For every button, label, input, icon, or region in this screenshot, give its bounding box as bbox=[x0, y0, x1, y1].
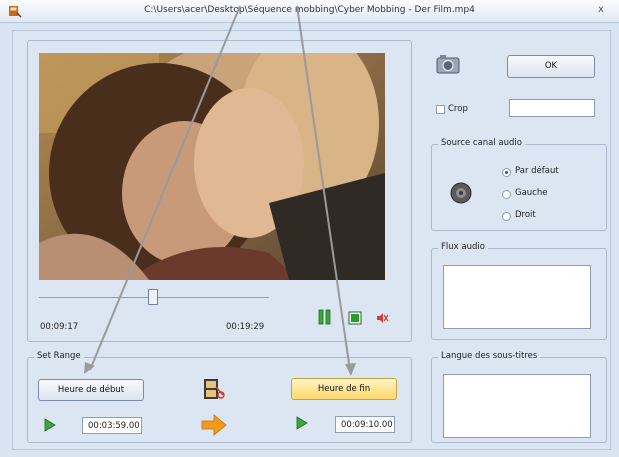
crop-checkbox[interactable] bbox=[436, 105, 445, 114]
app-window: C:\Users\acer\Desktop\Séquence mobbing\C… bbox=[0, 0, 619, 457]
set-range-panel: Set Range Heure de début Heure de fin 00… bbox=[27, 351, 412, 443]
start-time-button[interactable]: Heure de début bbox=[38, 379, 144, 401]
pause-icon[interactable] bbox=[318, 309, 332, 325]
end-time-button[interactable]: Heure de fin bbox=[291, 378, 397, 400]
radio-label-droit: Droit bbox=[515, 210, 536, 220]
video-frame bbox=[39, 53, 385, 280]
mute-icon[interactable] bbox=[375, 311, 389, 325]
seek-thumb[interactable] bbox=[147, 289, 158, 305]
play-end-icon[interactable] bbox=[296, 416, 308, 430]
audio-stream-panel: Flux audio bbox=[431, 242, 607, 340]
close-icon[interactable]: x bbox=[598, 4, 604, 15]
subtitles-legend: Langue des sous-titres bbox=[438, 351, 541, 361]
stop-icon[interactable] bbox=[348, 311, 362, 325]
audio-source-panel: Source canal audio Par défaut Gauche Dro… bbox=[431, 138, 607, 231]
radio-label-gauche: Gauche bbox=[515, 188, 548, 198]
speaker-icon bbox=[450, 182, 472, 204]
radio-label-par-defaut: Par défaut bbox=[515, 166, 559, 176]
dialog-body: 00:09:17 00:19:29 Set Range Heure de déb… bbox=[12, 30, 611, 450]
crop-label: Crop bbox=[448, 104, 468, 114]
total-time: 00:19:29 bbox=[226, 322, 265, 332]
snapshot-icon[interactable] bbox=[435, 53, 461, 77]
current-time: 00:09:17 bbox=[40, 322, 79, 332]
subtitles-panel: Langue des sous-titres bbox=[431, 351, 607, 443]
ok-button[interactable]: OK bbox=[507, 55, 595, 78]
play-start-icon[interactable] bbox=[44, 418, 56, 432]
radio-par-defaut[interactable] bbox=[502, 168, 511, 177]
radio-gauche[interactable] bbox=[502, 190, 511, 199]
crop-field[interactable] bbox=[509, 99, 595, 117]
set-range-legend: Set Range bbox=[34, 351, 84, 361]
start-time-field[interactable]: 00:03:59.00 bbox=[82, 417, 142, 434]
video-panel: 00:09:17 00:19:29 bbox=[27, 40, 412, 342]
window-title: C:\Users\acer\Desktop\Séquence mobbing\C… bbox=[144, 5, 475, 15]
end-time-field[interactable]: 00:09:10.00 bbox=[335, 416, 395, 433]
film-cut-icon bbox=[204, 379, 225, 399]
subtitles-list[interactable] bbox=[443, 374, 591, 438]
audio-stream-legend: Flux audio bbox=[438, 242, 488, 252]
arrow-right-icon bbox=[201, 414, 227, 436]
radio-droit[interactable] bbox=[502, 212, 511, 221]
audio-source-legend: Source canal audio bbox=[438, 138, 525, 148]
audio-stream-list[interactable] bbox=[443, 265, 591, 329]
title-bar: C:\Users\acer\Desktop\Séquence mobbing\C… bbox=[0, 0, 619, 23]
